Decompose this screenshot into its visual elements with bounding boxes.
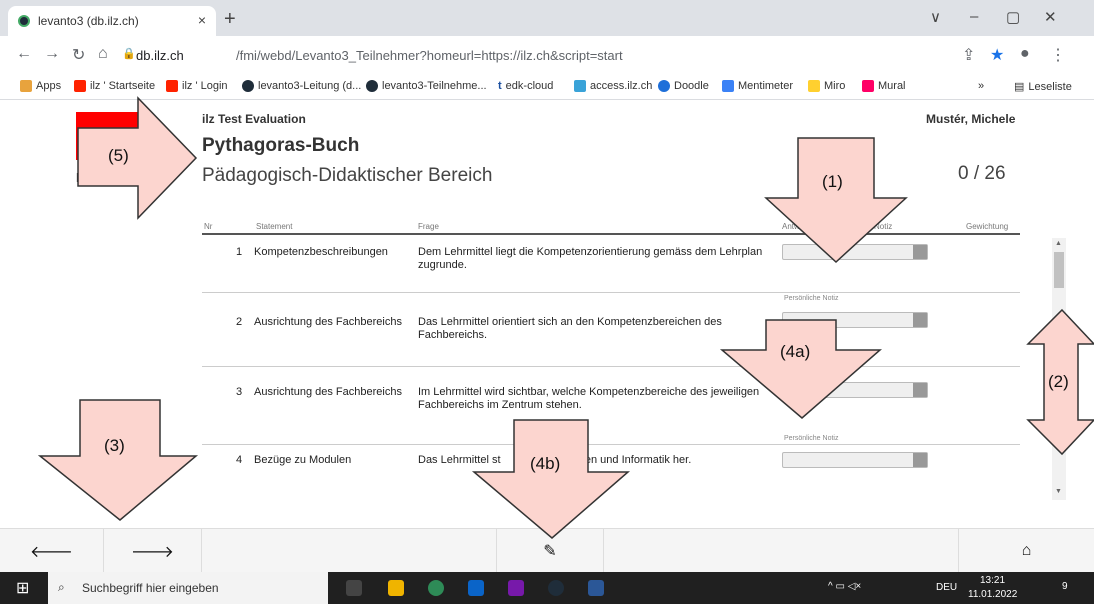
annotation-label-4b: (4b)	[530, 454, 561, 473]
annotation-label-5: (5)	[108, 146, 129, 165]
annotation-label-1: (1)	[822, 172, 843, 191]
annotation-label-3: (3)	[104, 436, 125, 455]
annotation-arrow-4b	[471, 419, 631, 539]
annotation-arrow-5	[77, 96, 198, 220]
annotation-arrow-3	[37, 399, 199, 521]
annotation-label-4a: (4a)	[780, 342, 811, 361]
annotation-label-2: (2)	[1048, 372, 1069, 391]
annotation-overlay	[37, 96, 1094, 539]
annotation-arrow-4a	[719, 319, 883, 419]
annotation-arrow-1	[764, 137, 908, 264]
